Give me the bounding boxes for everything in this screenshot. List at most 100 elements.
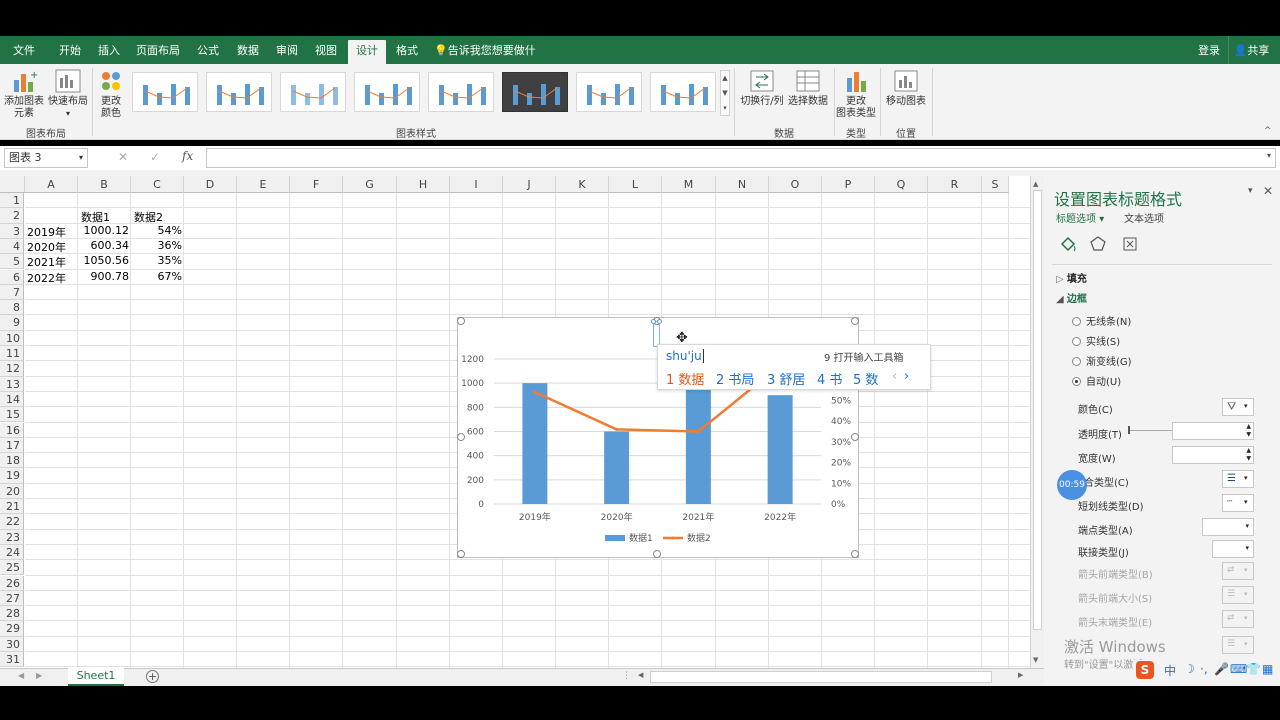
tab-text-options[interactable]: 文本选项 bbox=[1124, 210, 1164, 225]
column-header-H[interactable]: H bbox=[397, 176, 450, 193]
resize-handle[interactable] bbox=[457, 317, 465, 325]
radio-no-line[interactable]: 无线条(N) bbox=[1072, 313, 1131, 328]
move-chart-button[interactable]: 移动图表 bbox=[883, 68, 929, 108]
share-button[interactable]: 👤共享 bbox=[1228, 36, 1274, 64]
chart-style-8[interactable] bbox=[650, 72, 716, 112]
tab-title-options[interactable]: 标题选项 ▾ bbox=[1056, 210, 1104, 225]
row-header-10[interactable]: 10 bbox=[0, 330, 24, 346]
change-colors-button[interactable]: 更改 颜色 bbox=[94, 68, 128, 120]
column-header-E[interactable]: E bbox=[237, 176, 290, 193]
tab-insert[interactable]: 插入 bbox=[91, 36, 127, 64]
punctuation-icon[interactable]: ·, bbox=[1200, 662, 1208, 676]
change-chart-type-button[interactable]: 更改 图表类型 bbox=[836, 68, 876, 120]
row-header-9[interactable]: 9 bbox=[0, 315, 24, 331]
ime-next-icon[interactable]: › bbox=[904, 369, 909, 384]
column-header-S[interactable]: S bbox=[982, 176, 1009, 193]
tab-format[interactable]: 格式 bbox=[389, 36, 425, 64]
column-header-N[interactable]: N bbox=[716, 176, 769, 193]
tab-page-layout[interactable]: 页面布局 bbox=[132, 36, 184, 64]
pane-options-icon[interactable]: ▾ bbox=[1248, 186, 1253, 196]
ime-candidate-3[interactable]: 3 舒居 bbox=[767, 369, 805, 388]
resize-handle[interactable] bbox=[851, 433, 859, 441]
column-header-Q[interactable]: Q bbox=[875, 176, 928, 193]
row-header-15[interactable]: 15 bbox=[0, 407, 24, 423]
cell-C4[interactable]: 36% bbox=[132, 239, 182, 252]
next-sheet-icon[interactable]: ▶ bbox=[36, 671, 42, 680]
column-header-P[interactable]: P bbox=[822, 176, 875, 193]
transparency-input[interactable]: ▲ ▼ bbox=[1172, 422, 1254, 440]
horizontal-scroll-thumb[interactable] bbox=[650, 671, 992, 683]
vertical-scrollbar[interactable]: ▲ ▼ bbox=[1030, 176, 1044, 668]
chart-style-1[interactable] bbox=[132, 72, 198, 112]
border-section-header[interactable]: ◢ 边框 bbox=[1056, 290, 1087, 305]
column-header-F[interactable]: F bbox=[290, 176, 343, 193]
compound-type-dropdown[interactable]: ☰ ▾ bbox=[1222, 470, 1254, 488]
row-header-16[interactable]: 16 bbox=[0, 422, 24, 438]
column-header-G[interactable]: G bbox=[343, 176, 397, 193]
ime-candidate-window[interactable]: shu'ju 9 打开输入工具箱 1 数据 2 书局 3 舒居 4 书 5 数 … bbox=[657, 344, 931, 390]
cell-B6[interactable]: 900.78 bbox=[79, 270, 130, 283]
cell-B5[interactable]: 1050.56 bbox=[79, 254, 130, 267]
slider-handle[interactable] bbox=[1128, 426, 1130, 434]
tab-view[interactable]: 视图 bbox=[308, 36, 344, 64]
chart-style-3[interactable] bbox=[280, 72, 346, 112]
chart-style-2[interactable] bbox=[206, 72, 272, 112]
resize-handle[interactable] bbox=[653, 550, 661, 558]
title-handle[interactable] bbox=[651, 319, 656, 324]
cell-C5[interactable]: 35% bbox=[132, 254, 182, 267]
column-header-A[interactable]: A bbox=[25, 176, 78, 193]
row-header-12[interactable]: 12 bbox=[0, 361, 24, 377]
scroll-thumb[interactable] bbox=[1033, 190, 1042, 630]
column-header-L[interactable]: L bbox=[609, 176, 662, 193]
column-header-D[interactable]: D bbox=[184, 176, 237, 193]
tell-me-box[interactable]: 💡告诉我您想要做什么... bbox=[434, 36, 554, 87]
row-header-23[interactable]: 23 bbox=[0, 529, 24, 545]
resize-handle[interactable] bbox=[457, 433, 465, 441]
add-sheet-icon[interactable]: + bbox=[146, 670, 159, 683]
row-header-24[interactable]: 24 bbox=[0, 544, 24, 561]
row-header-27[interactable]: 27 bbox=[0, 590, 24, 607]
scroll-left-icon[interactable]: ◀ bbox=[638, 671, 643, 679]
ime-language-toggle[interactable]: 中 bbox=[1164, 662, 1176, 679]
column-header-O[interactable]: O bbox=[769, 176, 822, 193]
fill-section-header[interactable]: ▷ 填充 bbox=[1056, 270, 1087, 285]
size-properties-icon[interactable] bbox=[1120, 234, 1140, 254]
row-header-7[interactable]: 7 bbox=[0, 284, 24, 301]
tab-home[interactable]: 开始 bbox=[52, 36, 88, 64]
row-header-5[interactable]: 5 bbox=[0, 254, 24, 270]
column-header-B[interactable]: B bbox=[78, 176, 131, 193]
row-header-20[interactable]: 20 bbox=[0, 483, 24, 499]
resize-handle[interactable] bbox=[851, 550, 859, 558]
radio-solid-line[interactable]: 实线(S) bbox=[1072, 333, 1120, 348]
sogou-logo-icon[interactable]: S bbox=[1136, 661, 1154, 679]
microphone-icon[interactable]: 🎤 bbox=[1214, 662, 1229, 676]
color-picker-button[interactable]: ⛛ ▾ bbox=[1222, 398, 1254, 416]
row-header-21[interactable]: 21 bbox=[0, 499, 24, 515]
column-header-I[interactable]: I bbox=[450, 176, 503, 193]
ime-prev-icon[interactable]: ‹ bbox=[892, 369, 897, 384]
row-header-19[interactable]: 19 bbox=[0, 468, 24, 484]
ime-candidate-4[interactable]: 4 书 bbox=[817, 369, 842, 388]
moon-icon[interactable]: ☽ bbox=[1184, 662, 1195, 676]
collapse-ribbon-icon[interactable]: ^ bbox=[1264, 126, 1272, 136]
resize-handle[interactable] bbox=[457, 550, 465, 558]
effects-icon[interactable] bbox=[1088, 234, 1108, 254]
name-box[interactable]: 图表 3 ▾ bbox=[4, 148, 88, 168]
style-gallery-scroll[interactable]: ▲ ▼ ▾ bbox=[720, 70, 730, 116]
join-type-dropdown[interactable]: ▾ bbox=[1212, 540, 1254, 558]
select-all-corner[interactable] bbox=[0, 176, 25, 193]
cell-B4[interactable]: 600.34 bbox=[79, 239, 130, 252]
row-header-29[interactable]: 29 bbox=[0, 621, 24, 637]
row-header-6[interactable]: 6 bbox=[0, 269, 24, 285]
row-header-17[interactable]: 17 bbox=[0, 437, 24, 454]
chart-style-6[interactable] bbox=[502, 72, 568, 112]
quick-layout-button[interactable]: 快速布局 ▾ bbox=[46, 68, 90, 120]
chart-style-7[interactable] bbox=[576, 72, 642, 112]
skin-icon[interactable]: 👕 bbox=[1246, 662, 1261, 676]
chart-style-4[interactable] bbox=[354, 72, 420, 112]
row-header-25[interactable]: 25 bbox=[0, 560, 24, 576]
cell-C6[interactable]: 67% bbox=[132, 270, 182, 283]
column-header-J[interactable]: J bbox=[503, 176, 556, 193]
radio-auto-line[interactable]: 自动(U) bbox=[1072, 373, 1121, 388]
row-header-28[interactable]: 28 bbox=[0, 606, 24, 622]
